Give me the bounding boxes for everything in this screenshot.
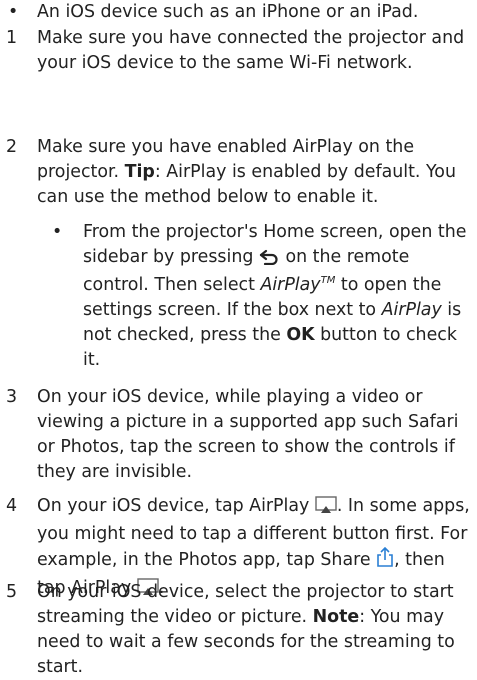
airplay-icon xyxy=(315,496,337,522)
bullet-marker: • xyxy=(8,2,19,22)
step-number: 1 xyxy=(6,28,18,48)
back-arrow-icon xyxy=(259,248,280,273)
airplay-label: AirPlay xyxy=(381,300,442,320)
step-text: On your iOS device, select the projector… xyxy=(37,582,455,677)
ok-label: OK xyxy=(286,325,315,345)
step-text: On your iOS device, while playing a vide… xyxy=(37,387,459,482)
step-text: Make sure you have connected the project… xyxy=(37,28,465,73)
step-number: 4 xyxy=(6,496,18,516)
note-label: Note xyxy=(312,607,360,627)
tip-label: Tip xyxy=(124,162,155,182)
step-number: 3 xyxy=(6,387,18,407)
step-number: 2 xyxy=(6,137,18,157)
step-number: 5 xyxy=(6,582,18,602)
requirement-text: An iOS device such as an iPhone or an iP… xyxy=(37,2,419,22)
sub-step-text: From the projector's Home screen, open t… xyxy=(83,222,467,370)
airplay-tm-label: AirPlayTM xyxy=(260,275,336,295)
bullet-marker: • xyxy=(52,222,63,242)
share-icon xyxy=(376,546,394,576)
step-text: Make sure you have enabled AirPlay on th… xyxy=(37,137,456,207)
